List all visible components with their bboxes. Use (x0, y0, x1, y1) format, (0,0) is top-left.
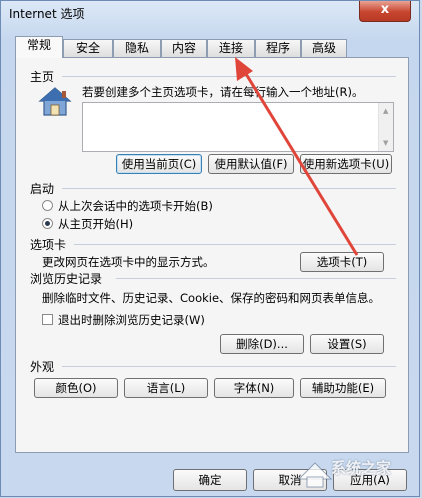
internet-options-window: Internet 选项 x 常规 安全 隐私 内容 连接 程序 高级 主页 若要… (0, 0, 420, 497)
tab-general[interactable]: 常规 (15, 36, 63, 58)
annotation-arrow-icon (235, 57, 359, 256)
